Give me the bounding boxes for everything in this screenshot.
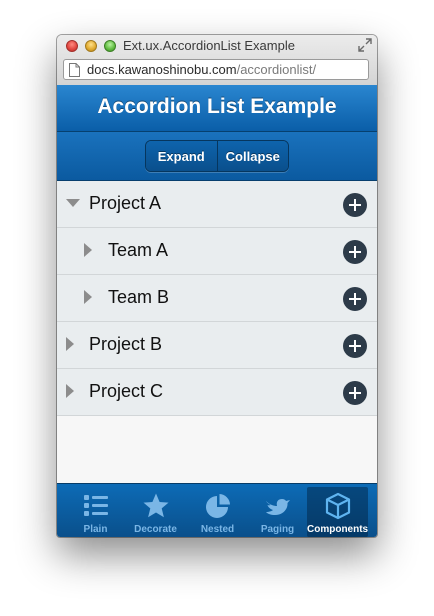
plus-circle-icon[interactable] (343, 240, 367, 264)
address-bar[interactable]: docs.kawanoshinobu.com/accordionlist/ (63, 59, 369, 80)
close-window-button[interactable] (66, 40, 78, 52)
list-item-project-c[interactable]: Project C (57, 369, 377, 416)
list-item-team-a[interactable]: Team A (57, 228, 377, 275)
action-toolbar: Expand Collapse (57, 132, 377, 181)
plus-circle-icon[interactable] (343, 334, 367, 358)
collapsed-arrow-icon[interactable] (84, 243, 92, 257)
browser-window: Ext.ux.AccordionList Example docs.kawano… (57, 35, 377, 537)
list-icon (83, 495, 108, 516)
page-title: Accordion List Example (97, 95, 337, 118)
window-titlebar: Ext.ux.AccordionList Example docs.kawano… (57, 35, 377, 86)
list-item-project-a[interactable]: Project A (57, 181, 377, 228)
plus-circle-icon[interactable] (343, 193, 367, 217)
tab-label: Decorate (134, 524, 177, 535)
list-item-label: Project A (89, 193, 162, 213)
collapsed-arrow-icon[interactable] (84, 290, 92, 304)
list-item-team-b[interactable]: Team B (57, 275, 377, 322)
expanded-arrow-icon[interactable] (66, 199, 80, 207)
page-icon (69, 63, 80, 77)
url-path: /accordionlist/ (236, 62, 317, 77)
tab-label: Nested (200, 524, 235, 535)
tab-paging[interactable]: Paging (247, 487, 308, 537)
expand-button[interactable]: Expand (146, 141, 217, 171)
tab-bar: Plain Decorate Nested Paging Components (57, 483, 377, 537)
star-icon (143, 493, 168, 518)
window-title: Ext.ux.AccordionList Example (123, 38, 295, 53)
zoom-window-button[interactable] (104, 40, 116, 52)
url-host: docs.kawanoshinobu.com (87, 62, 237, 77)
plus-circle-icon[interactable] (343, 381, 367, 405)
list-item-label: Project C (89, 381, 164, 401)
cube-icon (325, 492, 350, 520)
minimize-window-button[interactable] (85, 40, 97, 52)
list-item-label: Team B (108, 287, 170, 307)
accordion-list: Project A Team A Team B Project B Projec… (57, 181, 377, 483)
app-header: Accordion List Example (57, 85, 377, 132)
bird-icon (265, 499, 290, 515)
url-text: docs.kawanoshinobu.com/accordionlist/ (87, 62, 316, 77)
tab-label: Components (307, 524, 369, 535)
list-item-label: Project B (89, 334, 163, 354)
expand-collapse-segmented-control: Expand Collapse (145, 140, 289, 172)
pie-chart-icon (205, 494, 230, 518)
collapsed-arrow-icon[interactable] (66, 337, 74, 351)
list-item-project-b[interactable]: Project B (57, 322, 377, 369)
tab-label: Plain (83, 524, 108, 535)
list-item-label: Team A (108, 240, 169, 260)
tab-label: Paging (260, 524, 295, 535)
fullscreen-icon[interactable] (358, 38, 372, 52)
tab-plain[interactable]: Plain (65, 487, 126, 537)
plus-circle-icon[interactable] (343, 287, 367, 311)
collapse-button[interactable]: Collapse (216, 141, 288, 171)
tab-components[interactable]: Components (307, 487, 368, 537)
tab-decorate[interactable]: Decorate (125, 487, 186, 537)
collapsed-arrow-icon[interactable] (66, 384, 74, 398)
tab-nested[interactable]: Nested (187, 487, 248, 537)
